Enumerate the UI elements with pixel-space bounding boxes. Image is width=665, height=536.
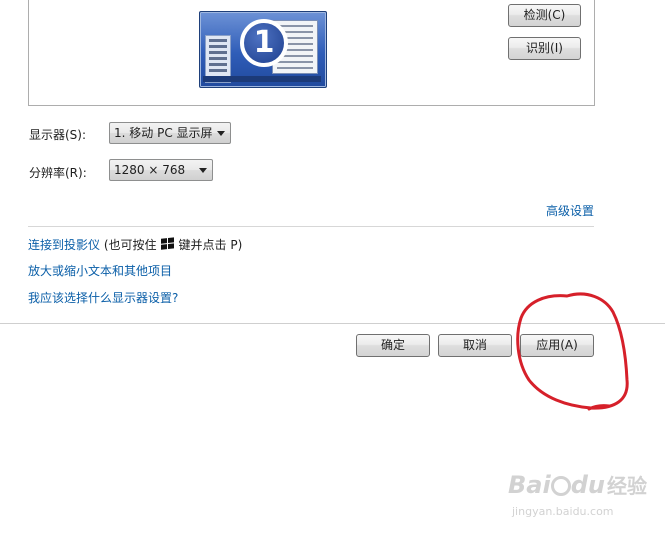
display-dropdown[interactable]: 1. 移动 PC 显示屏 [109, 122, 231, 144]
resolution-dropdown[interactable]: 1280 × 768 [109, 159, 213, 181]
projector-row: 连接到投影仪 (也可按住 键并点击 P) [28, 236, 242, 253]
identify-button[interactable]: 识别(I) [508, 37, 581, 60]
detect-button[interactable]: 检测(C) [508, 4, 581, 27]
which-display-settings-link[interactable]: 我应该选择什么显示器设置? [28, 289, 178, 306]
resolution-label: 分辨率(R): [29, 166, 87, 180]
text-size-link[interactable]: 放大或缩小文本和其他项目 [28, 262, 172, 279]
watermark-url: jingyan.baidu.com [512, 505, 614, 518]
paw-icon [550, 476, 571, 496]
annotation-circle [516, 292, 629, 411]
projector-note-suffix: 键并点击 P) [178, 238, 243, 252]
cancel-button[interactable]: 取消 [438, 334, 512, 357]
chevron-down-icon [217, 131, 225, 136]
display-dropdown-value: 1. 移动 PC 显示屏 [114, 126, 213, 140]
chevron-down-icon [199, 168, 207, 173]
section-divider [28, 226, 594, 227]
watermark-brand: Bai [508, 471, 551, 499]
display-label: 显示器(S): [29, 128, 87, 142]
windows-logo-icon [160, 237, 175, 250]
watermark-product: 经验 [606, 474, 647, 498]
watermark: Bai du 经验 [508, 470, 647, 499]
annotation-stroke [516, 292, 629, 411]
monitor-number-badge: 1 [240, 19, 288, 67]
advanced-settings-link[interactable]: 高级设置 [546, 202, 594, 219]
connect-projector-link[interactable]: 连接到投影仪 [28, 238, 100, 252]
ok-button[interactable]: 确定 [356, 334, 430, 357]
monitor-taskbar-graphic [203, 76, 321, 82]
resolution-dropdown-value: 1280 × 768 [114, 163, 186, 177]
monitor-1-thumbnail[interactable]: 1 [199, 11, 327, 88]
watermark-brand-tail: du [570, 471, 605, 499]
projector-note-prefix: (也可按住 [103, 238, 157, 252]
